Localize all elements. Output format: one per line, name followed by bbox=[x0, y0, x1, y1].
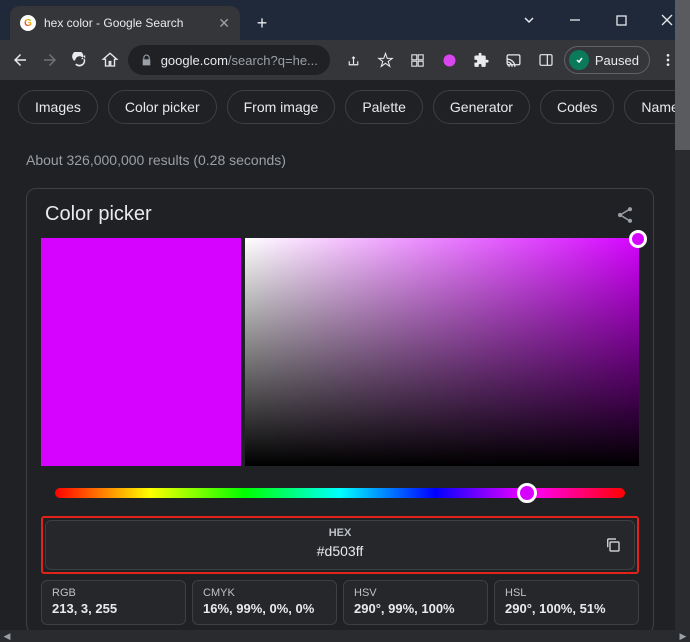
color-values-row: RGB213, 3, 255 CMYK16%, 99%, 0%, 0% HSV2… bbox=[41, 580, 639, 625]
color-picker-card: Color picker HEX #d503ff RGB213, 3, 255 … bbox=[26, 188, 654, 630]
share-icon[interactable] bbox=[340, 46, 368, 74]
google-favicon: G bbox=[20, 15, 36, 31]
scroll-right-arrow[interactable]: ▶ bbox=[676, 631, 690, 642]
vertical-scrollbar[interactable] bbox=[675, 0, 690, 642]
gradient-cursor[interactable] bbox=[629, 230, 647, 248]
hex-highlight-annotation: HEX #d503ff bbox=[41, 516, 639, 574]
collections-icon[interactable] bbox=[404, 46, 432, 74]
reload-button[interactable] bbox=[68, 46, 92, 74]
forward-button[interactable] bbox=[38, 46, 62, 74]
chip-name[interactable]: Name bbox=[624, 90, 680, 124]
address-bar[interactable]: google.com/search?q=he... bbox=[128, 45, 330, 75]
color-swatch bbox=[41, 238, 241, 466]
card-title: Color picker bbox=[45, 203, 152, 226]
hsv-box[interactable]: HSV290°, 99%, 100% bbox=[343, 580, 488, 625]
back-button[interactable] bbox=[8, 46, 32, 74]
chip-codes[interactable]: Codes bbox=[540, 90, 614, 124]
chip-from-image[interactable]: From image bbox=[227, 90, 336, 124]
cmyk-box[interactable]: CMYK16%, 99%, 0%, 0% bbox=[192, 580, 337, 625]
sidepanel-icon[interactable] bbox=[532, 46, 560, 74]
hex-value-box[interactable]: HEX #d503ff bbox=[45, 520, 635, 570]
saturation-gradient[interactable] bbox=[245, 238, 639, 466]
close-tab-icon[interactable]: ✕ bbox=[218, 15, 230, 32]
avatar-icon bbox=[569, 50, 589, 70]
window-titlebar: G hex color - Google Search ✕ + bbox=[0, 0, 690, 40]
url-text: google.com/search?q=he... bbox=[161, 53, 318, 68]
horizontal-scrollbar[interactable]: ◀ ▶ bbox=[0, 630, 690, 642]
star-icon[interactable] bbox=[372, 46, 400, 74]
chip-generator[interactable]: Generator bbox=[433, 90, 530, 124]
hue-slider[interactable] bbox=[55, 488, 625, 498]
chip-palette[interactable]: Palette bbox=[345, 90, 423, 124]
hex-label: HEX bbox=[56, 527, 624, 539]
filter-chips: Images Color picker From image Palette G… bbox=[0, 80, 680, 134]
maximize-button[interactable] bbox=[598, 0, 644, 40]
page-content: Images Color picker From image Palette G… bbox=[0, 80, 680, 630]
extension-icon-1[interactable] bbox=[436, 46, 464, 74]
tab-dropdown-icon[interactable] bbox=[506, 0, 552, 40]
browser-toolbar: google.com/search?q=he... Paused bbox=[0, 40, 690, 80]
hue-cursor[interactable] bbox=[517, 483, 537, 503]
minimize-button[interactable] bbox=[552, 0, 598, 40]
hsl-box[interactable]: HSL290°, 100%, 51% bbox=[494, 580, 639, 625]
cast-icon[interactable] bbox=[500, 46, 528, 74]
chip-images[interactable]: Images bbox=[18, 90, 98, 124]
window-controls bbox=[506, 0, 690, 40]
copy-icon[interactable] bbox=[604, 536, 622, 554]
tab-title: hex color - Google Search bbox=[44, 16, 210, 30]
share-icon[interactable] bbox=[615, 205, 635, 225]
scroll-left-arrow[interactable]: ◀ bbox=[0, 631, 14, 642]
new-tab-button[interactable]: + bbox=[248, 9, 276, 37]
browser-tab[interactable]: G hex color - Google Search ✕ bbox=[10, 6, 240, 40]
scroll-thumb[interactable] bbox=[675, 0, 690, 150]
result-stats: About 326,000,000 results (0.28 seconds) bbox=[0, 134, 680, 182]
profile-button[interactable]: Paused bbox=[564, 46, 650, 74]
lock-icon bbox=[140, 54, 153, 67]
hex-value: #d503ff bbox=[56, 543, 624, 559]
extensions-icon[interactable] bbox=[468, 46, 496, 74]
rgb-box[interactable]: RGB213, 3, 255 bbox=[41, 580, 186, 625]
color-picker-area bbox=[41, 238, 639, 466]
chip-color-picker[interactable]: Color picker bbox=[108, 90, 217, 124]
home-button[interactable] bbox=[98, 46, 122, 74]
